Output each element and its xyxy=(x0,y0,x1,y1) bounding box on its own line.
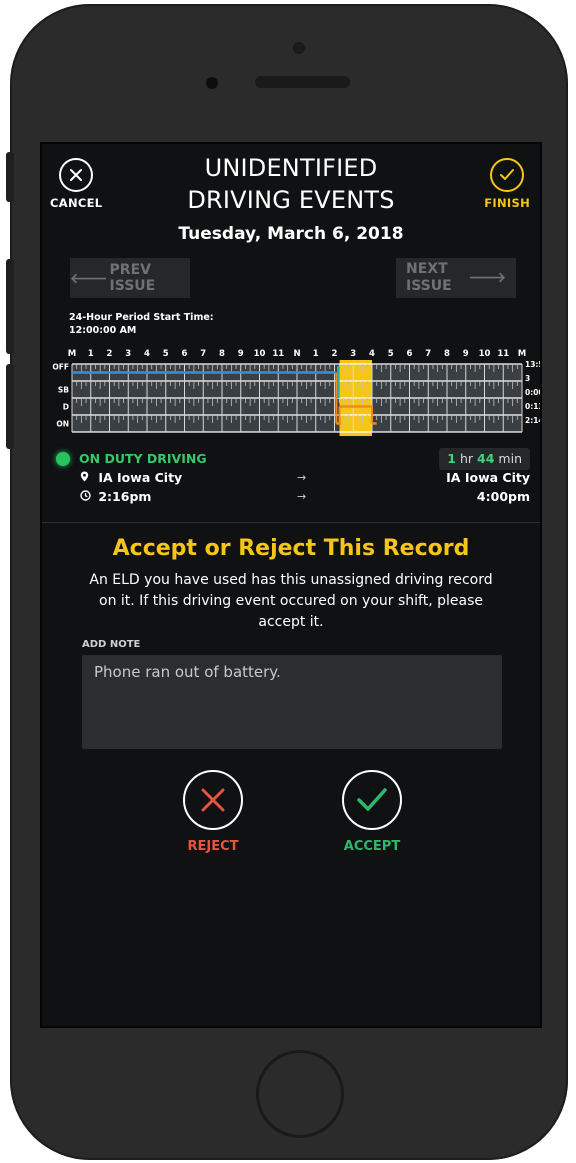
period-time: 12:00:00 AM xyxy=(69,325,137,336)
to-location: IA Iowa City xyxy=(446,470,530,485)
earpiece-speaker xyxy=(255,76,350,88)
decision-description: An ELD you have used has this unassigned… xyxy=(89,572,493,630)
note-label: ADD NOTE xyxy=(82,639,141,650)
arrow-right-icon: 🡒 xyxy=(468,270,506,286)
log-grid-chart: M 1 2 3 4 5 6 7 8 9 10 11 N 1 2 3 4 5 6 7 8 9 10 11 M OFF SB D ON 13:… xyxy=(52,349,540,436)
arrow-left-icon: 🡐 xyxy=(70,270,108,287)
hour-label: 6 xyxy=(182,349,188,359)
total-label: 3 xyxy=(525,374,530,383)
home-button[interactable] xyxy=(256,1050,344,1138)
hour-label: 2 xyxy=(107,349,113,359)
decision-title: Accept or Reject This Record xyxy=(112,536,470,561)
hour-label: 1 xyxy=(313,349,319,359)
prev-issue-button[interactable]: 🡐 PREV ISSUE xyxy=(70,258,190,298)
section-divider xyxy=(42,522,540,523)
log-date: Tuesday, March 6, 2018 xyxy=(178,224,404,244)
finish-button[interactable]: FINISH xyxy=(484,158,530,210)
hour-label: 8 xyxy=(444,349,450,359)
check-icon xyxy=(357,788,387,811)
hour-label: 5 xyxy=(163,349,169,359)
log-grid: M 1 2 3 4 5 6 7 8 9 10 11 N 1 2 3 4 5 6 7 8 9 10 11 M OFF SB D ON 13:… xyxy=(50,344,540,436)
reject-button[interactable]: REJECT xyxy=(168,770,258,854)
next-issue-label-2: ISSUE xyxy=(406,278,452,294)
hour-label: N xyxy=(293,349,300,359)
proximity-sensor xyxy=(206,77,218,89)
mute-switch xyxy=(6,152,14,202)
status-label: OFF xyxy=(52,363,69,372)
hour-label: 9 xyxy=(463,349,469,359)
duration-minutes-unit: min xyxy=(498,451,522,466)
hour-label: 7 xyxy=(200,349,206,359)
period-label: 24-Hour Period Start Time: xyxy=(69,312,214,323)
check-icon xyxy=(490,158,525,192)
title-line-1: UNIDENTIFIED xyxy=(204,154,378,182)
hour-label: M xyxy=(518,349,526,359)
hour-label: 11 xyxy=(497,349,509,359)
from-location-text: IA Iowa City xyxy=(98,470,183,485)
time-arrow: → xyxy=(297,490,307,503)
note-input[interactable] xyxy=(82,655,502,749)
hour-label: 11 xyxy=(272,349,284,359)
duration-hours: 1 xyxy=(447,451,456,466)
total-label: 0:13 xyxy=(525,402,540,411)
finish-label: FINISH xyxy=(484,196,530,210)
status-label: D xyxy=(63,403,69,412)
status-label: ON xyxy=(56,420,69,429)
event-duration: 1 hr 44 min xyxy=(439,448,530,470)
front-camera xyxy=(293,42,305,54)
clock-icon xyxy=(80,489,94,504)
prev-issue-label: PREV ISSUE xyxy=(109,262,156,294)
hour-label: M xyxy=(68,349,76,359)
volume-up-button xyxy=(6,259,14,354)
accept-circle xyxy=(342,770,402,830)
status-dot-icon xyxy=(56,452,70,466)
next-issue-label-1: NEXT xyxy=(406,261,448,277)
to-time: 4:00pm xyxy=(476,489,530,504)
hour-label: 4 xyxy=(369,349,375,359)
event-status: ON DUTY DRIVING xyxy=(79,451,207,466)
location-arrow: → xyxy=(297,471,307,484)
period-start: 24-Hour Period Start Time: 12:00:00 AM xyxy=(69,311,214,337)
hour-label: 2 xyxy=(332,349,338,359)
from-time-text: 2:16pm xyxy=(98,489,152,504)
duration-hours-unit: hr xyxy=(459,451,474,466)
accept-label: ACCEPT xyxy=(343,839,401,854)
volume-down-button xyxy=(6,364,14,449)
hour-label: 3 xyxy=(125,349,131,359)
hour-label: 8 xyxy=(219,349,225,359)
hour-label: 7 xyxy=(425,349,431,359)
reject-label: REJECT xyxy=(187,839,239,854)
next-issue-button[interactable]: NEXT ISSUE 🡒 xyxy=(396,258,516,298)
close-icon xyxy=(201,788,225,812)
from-location: IA Iowa City xyxy=(80,470,182,485)
hour-label: 3 xyxy=(350,349,356,359)
hour-label: 10 xyxy=(254,349,266,359)
app-screen: CANCEL UNIDENTIFIED DRIVING EVENTS FINIS… xyxy=(40,142,542,1028)
page-title: UNIDENTIFIED DRIVING EVENTS xyxy=(42,152,540,216)
hour-label: 4 xyxy=(144,349,150,359)
title-line-2: DRIVING EVENTS xyxy=(187,186,395,214)
pin-icon xyxy=(80,470,94,485)
from-time: 2:16pm xyxy=(80,489,151,504)
hour-label: 9 xyxy=(238,349,244,359)
accept-button[interactable]: ACCEPT xyxy=(327,770,417,854)
hour-label: 1 xyxy=(88,349,94,359)
hour-label: 5 xyxy=(388,349,394,359)
hour-label: 6 xyxy=(407,349,413,359)
total-label: 13:5 xyxy=(525,360,540,369)
total-label: 2:14 xyxy=(525,416,540,425)
reject-circle xyxy=(183,770,243,830)
total-label: 0:00 xyxy=(525,388,540,397)
duration-minutes: 44 xyxy=(477,451,495,466)
status-label: SB xyxy=(58,386,69,395)
hour-label: 10 xyxy=(479,349,491,359)
